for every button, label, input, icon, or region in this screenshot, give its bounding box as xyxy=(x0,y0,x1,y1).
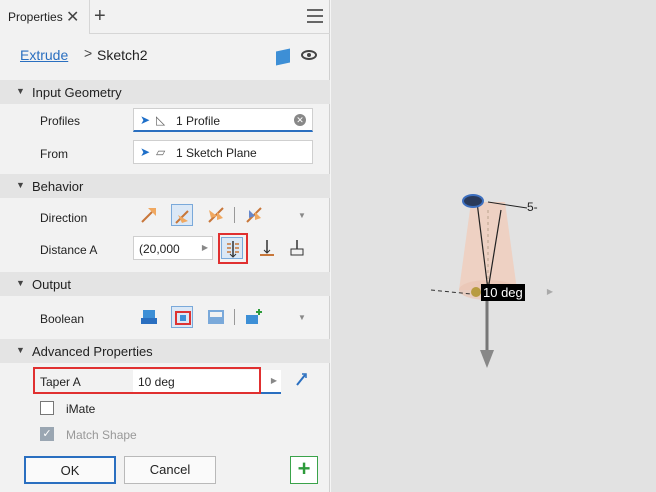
clear-selection-icon[interactable]: ✕ xyxy=(294,114,306,126)
sketch-plane-icon: ▱ xyxy=(156,145,166,159)
collapse-arrow-icon: ▼ xyxy=(16,278,25,288)
hamburger-menu-icon[interactable] xyxy=(307,9,323,23)
direction-asymmetric-icon[interactable] xyxy=(243,204,265,226)
distance-a-value: (20,000 xyxy=(139,242,180,256)
section-input-geometry-label: Input Geometry xyxy=(32,85,122,100)
separator xyxy=(234,309,235,325)
dimension-five-label: 5- xyxy=(527,200,538,214)
select-cursor-icon: ➤ xyxy=(140,145,151,159)
match-shape-checkbox[interactable]: ✓ xyxy=(40,427,54,441)
add-tab-icon[interactable]: + xyxy=(94,5,106,28)
taper-dimension-label[interactable]: 10 deg xyxy=(481,284,525,301)
taper-dimension-arrow-icon[interactable]: ▶ xyxy=(543,285,557,299)
imate-label: iMate xyxy=(66,402,96,416)
base-point xyxy=(471,287,481,297)
from-value: 1 Sketch Plane xyxy=(176,146,257,160)
collapse-arrow-icon: ▼ xyxy=(16,86,25,96)
direction-label: Direction xyxy=(40,211,88,225)
direction-default-icon[interactable] xyxy=(138,204,160,226)
properties-panel: Properties ✕ + Extrude > Sketch2 ▼ Input… xyxy=(0,0,330,492)
ok-button[interactable]: OK xyxy=(24,456,116,484)
distance-a-input[interactable]: (20,000 ▶ xyxy=(133,236,213,260)
extrude-arrow-head xyxy=(480,350,494,368)
flip-taper-icon[interactable] xyxy=(290,369,312,391)
match-shape-label: Match Shape xyxy=(66,428,137,442)
section-output[interactable]: ▼ Output xyxy=(0,272,330,296)
tab-properties[interactable]: Properties ✕ xyxy=(0,0,90,34)
taper-a-dropdown-icon[interactable]: ▶ xyxy=(271,376,277,385)
cancel-button[interactable]: Cancel xyxy=(124,456,216,484)
section-input-geometry[interactable]: ▼ Input Geometry xyxy=(0,80,330,104)
apply-plus-button[interactable]: + xyxy=(290,456,318,484)
visibility-eye-icon[interactable] xyxy=(301,50,317,60)
solid-body-icon[interactable] xyxy=(276,48,290,66)
breadcrumb-extrude-link[interactable]: Extrude xyxy=(20,47,68,63)
boolean-label: Boolean xyxy=(40,312,85,326)
collapse-arrow-icon: ▼ xyxy=(16,180,25,190)
section-behavior[interactable]: ▼ Behavior xyxy=(0,174,330,198)
extrude-preview-graphic xyxy=(430,194,528,368)
collapse-arrow-icon: ▼ xyxy=(16,345,25,355)
boolean-join-icon[interactable] xyxy=(138,306,160,328)
3d-viewport[interactable]: 5- 10 deg ▶ xyxy=(331,0,656,492)
profile-shape-icon: ◺ xyxy=(156,113,166,127)
imate-checkbox[interactable] xyxy=(40,401,54,415)
boolean-cut-icon[interactable] xyxy=(171,306,193,328)
section-advanced-label: Advanced Properties xyxy=(32,344,153,359)
section-advanced-properties[interactable]: ▼ Advanced Properties xyxy=(0,339,330,363)
direction-dropdown-icon[interactable]: ▼ xyxy=(298,211,306,220)
separator xyxy=(234,207,235,223)
from-selector[interactable]: ➤ ▱ 1 Sketch Plane xyxy=(133,140,313,164)
section-output-label: Output xyxy=(32,277,72,292)
taper-a-highlight xyxy=(33,367,261,394)
close-icon[interactable]: ✕ xyxy=(66,7,79,27)
select-cursor-icon: ➤ xyxy=(140,113,151,127)
profiles-value: 1 Profile xyxy=(176,114,221,128)
distance-between-icon[interactable] xyxy=(286,237,308,259)
distance-to-icon[interactable] xyxy=(256,237,278,259)
tab-bar: Properties ✕ + xyxy=(0,0,330,34)
breadcrumb-current: Sketch2 xyxy=(97,47,148,63)
tab-properties-label: Properties xyxy=(8,10,63,24)
distance-a-label: Distance A xyxy=(40,243,98,257)
section-behavior-label: Behavior xyxy=(32,179,84,194)
profiles-label: Profiles xyxy=(40,114,81,128)
breadcrumb-separator: > xyxy=(84,45,93,61)
breadcrumb: Extrude > Sketch2 xyxy=(0,34,330,74)
distance-a-dropdown-icon[interactable]: ▶ xyxy=(202,243,208,252)
boolean-dropdown-icon[interactable]: ▼ xyxy=(298,313,306,322)
profiles-selector[interactable]: ➤ ◺ 1 Profile ✕ xyxy=(133,108,313,132)
direction-symmetric-icon[interactable] xyxy=(205,204,227,226)
distance-through-highlight xyxy=(218,233,248,264)
from-label: From xyxy=(40,147,68,161)
direction-flip-icon[interactable] xyxy=(171,204,193,226)
boolean-new-solid-icon[interactable] xyxy=(243,306,265,328)
top-profile xyxy=(462,194,484,208)
boolean-intersect-icon[interactable] xyxy=(205,306,227,328)
